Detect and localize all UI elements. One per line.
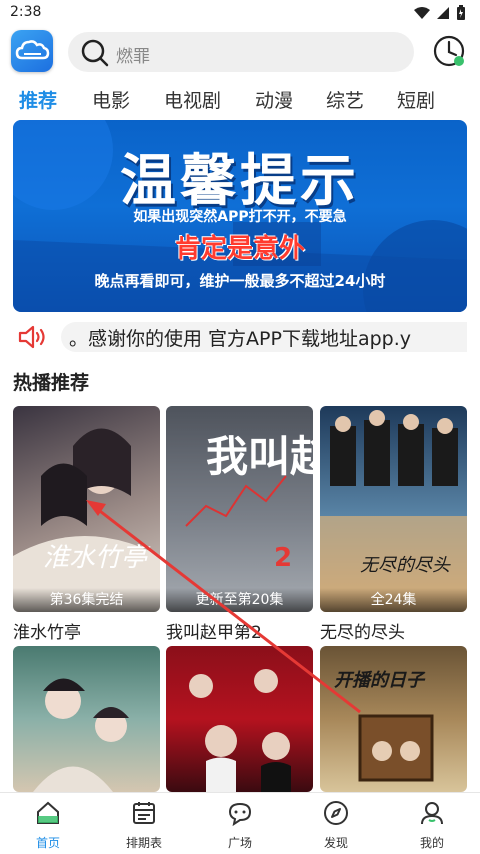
category-tabs: 推荐 电影 电视剧 动漫 综艺 短剧 [0, 86, 480, 114]
video-card[interactable]: 淮水竹亭 第36集完结 淮水竹亭 [13, 406, 160, 643]
video-card[interactable]: 我叫赵甲第 2 更新至第20集 我叫赵甲第2 [166, 406, 313, 643]
notice-marquee: 。感谢你的使用 官方APP下载地址app.y [61, 322, 467, 352]
tab-recommend[interactable]: 推荐 [19, 86, 57, 113]
notice-bar[interactable]: 。感谢你的使用 官方APP下载地址app.y [13, 322, 467, 352]
poster-art: 无尽的尽头 [320, 410, 467, 612]
banner[interactable]: 温馨提示 如果出现突然APP打不开，不要急 肯定是意外 晚点再看即可，维护一般最… [13, 120, 467, 312]
nav-label: 广场 [227, 836, 252, 850]
poster-art: 开播的日子 [334, 670, 434, 782]
poster-number: 2 [274, 543, 292, 573]
status-time: 2:38 [10, 4, 42, 20]
app-logo[interactable] [11, 30, 53, 72]
cloud-logo-icon [15, 40, 50, 60]
banner-line1: 如果出现突然APP打不开，不要急 [133, 209, 347, 225]
clock-icon [433, 35, 465, 67]
nav-label: 排期表 [125, 836, 162, 850]
tab-short-drama[interactable]: 短剧 [397, 86, 435, 113]
poster-title-text: 淮水竹亭 [43, 543, 151, 573]
nav-schedule[interactable]: 排期表 [109, 799, 179, 851]
nav-label: 我的 [419, 836, 444, 850]
card-title: 淮水竹亭 [13, 623, 81, 643]
card-title: 无尽的尽头 [320, 623, 405, 643]
bottom-nav: 首页 排期表 广场 发现 我的 [0, 792, 480, 854]
section-title-hot: 热播推荐 [13, 372, 90, 394]
chat-icon [228, 802, 252, 827]
tab-tv-series[interactable]: 电视剧 [164, 86, 221, 113]
tab-variety[interactable]: 综艺 [326, 86, 364, 113]
poster-title-text: 我叫赵甲第 [206, 432, 313, 481]
battery-icon [457, 5, 465, 20]
status-icons [414, 5, 466, 21]
home-icon [37, 801, 59, 824]
calendar-icon [133, 802, 155, 824]
poster-title-text: 无尽的尽头 [360, 555, 451, 576]
user-icon [421, 802, 443, 825]
nav-label: 首页 [35, 836, 60, 850]
nav-label: 发现 [323, 836, 348, 850]
signal-icon [437, 7, 449, 19]
top-bar: 燃罪 [0, 30, 480, 74]
compass-icon [324, 801, 348, 825]
episode-badge: 全24集 [320, 588, 467, 612]
tab-anime[interactable]: 动漫 [255, 86, 293, 113]
poster-art [33, 678, 129, 792]
card-title: 我叫赵甲第2 [166, 623, 262, 643]
episode-badge: 更新至第20集 [166, 588, 313, 612]
poster-art [189, 669, 291, 792]
video-card[interactable]: 无尽的尽头 全24集 无尽的尽头 [320, 406, 467, 643]
wifi-icon [414, 7, 430, 19]
tab-movie[interactable]: 电影 [92, 86, 130, 113]
poster-art: 我叫赵甲第 2 [166, 406, 313, 612]
history-button[interactable] [432, 34, 468, 70]
episode-badge: 第36集完结 [13, 588, 160, 612]
video-card[interactable] [13, 646, 160, 792]
poster[interactable]: 无尽的尽头 全24集 [320, 406, 467, 612]
nav-square[interactable]: 广场 [205, 799, 275, 851]
poster-title-text: 开播的日子 [334, 670, 426, 691]
video-card[interactable] [166, 646, 313, 792]
video-card[interactable]: 开播的日子 [320, 646, 467, 792]
poster[interactable]: 淮水竹亭 第36集完结 [13, 406, 160, 612]
status-bar: 2:38 [0, 0, 480, 26]
banner-title: 温馨提示 [120, 149, 360, 214]
poster[interactable] [13, 646, 160, 792]
poster-art: 淮水竹亭 [13, 428, 160, 612]
poster[interactable] [166, 646, 313, 792]
banner-line3: 晚点再看即可，维护一般最多不超过24小时 [94, 272, 386, 290]
poster[interactable]: 我叫赵甲第 2 更新至第20集 [166, 406, 313, 612]
nav-discover[interactable]: 发现 [301, 799, 371, 851]
nav-mine[interactable]: 我的 [397, 799, 467, 851]
nav-home[interactable]: 首页 [13, 799, 83, 851]
search-icon [81, 39, 109, 67]
poster[interactable]: 开播的日子 [320, 646, 467, 792]
banner-line2: 肯定是意外 [174, 234, 305, 264]
notice-text: 。感谢你的使用 官方APP下载地址app.y [69, 328, 412, 350]
speaker-icon [18, 325, 45, 349]
search-input[interactable]: 燃罪 [68, 32, 414, 72]
search-placeholder: 燃罪 [116, 47, 150, 67]
